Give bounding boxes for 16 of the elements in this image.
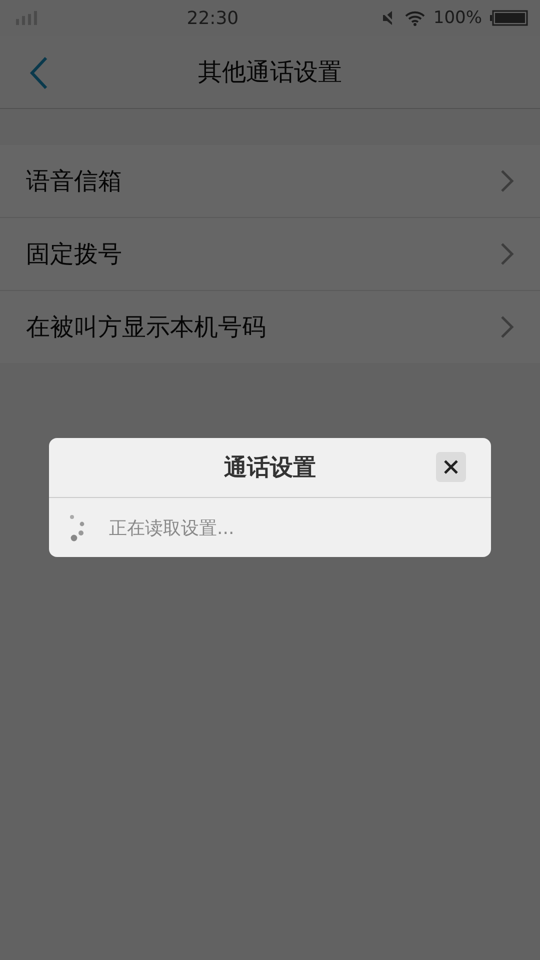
settings-row[interactable]: 在被叫方显示本机号码 — [0, 291, 540, 363]
chevron-icon — [500, 242, 514, 266]
status-time: 22:30 — [186, 8, 239, 28]
chevron-icon — [500, 169, 514, 193]
settings-row[interactable]: 固定拨号 — [0, 218, 540, 291]
close-button[interactable] — [436, 452, 466, 482]
battery-percent: 100% — [433, 8, 482, 28]
close-icon — [443, 459, 459, 475]
spinner-icon — [69, 514, 87, 542]
chevron-icon — [500, 315, 514, 339]
wifi-icon — [405, 10, 426, 26]
battery-icon — [490, 10, 528, 26]
settings-row[interactable]: 语音信箱 — [0, 145, 540, 218]
loading-message: 正在读取设置... — [109, 516, 234, 540]
page-title: 其他通话设置 — [198, 57, 342, 88]
dialog-title: 通话设置 — [224, 454, 316, 483]
